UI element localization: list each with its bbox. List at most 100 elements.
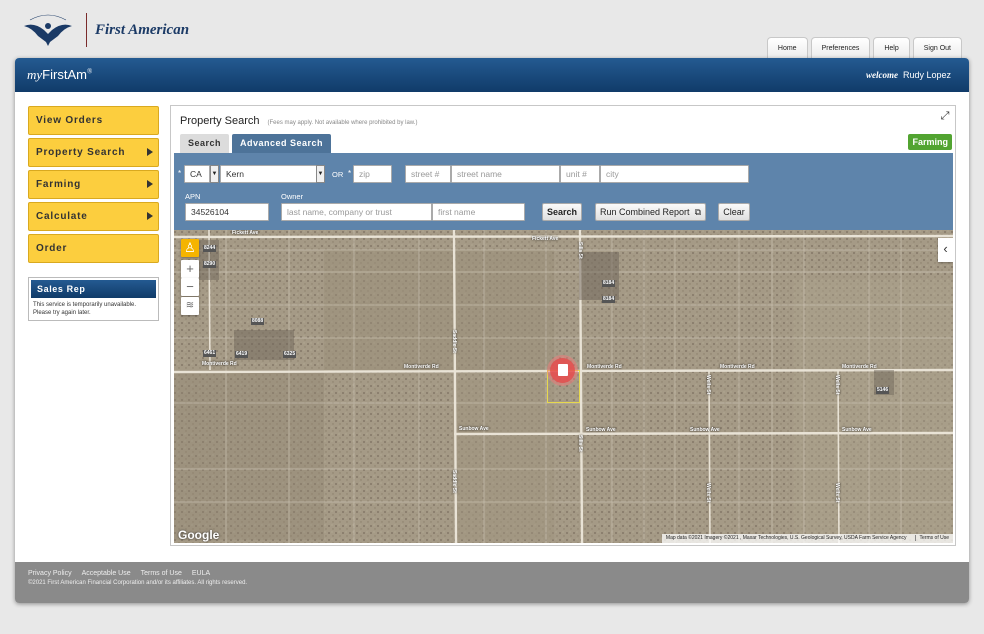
expand-icon[interactable]: ⤢ bbox=[939, 110, 951, 122]
top-nav-home[interactable]: Home bbox=[766, 37, 808, 59]
top-nav-help[interactable]: Help bbox=[873, 37, 910, 59]
parcel-label: 8184 bbox=[602, 280, 616, 287]
road-label: Sunbow Ave bbox=[459, 426, 489, 432]
road-label: Montiverde Rd bbox=[587, 364, 622, 370]
search-form: * ▼ ▼ OR * APN Owner Search Run Combined… bbox=[174, 153, 953, 230]
required-mark: * bbox=[178, 169, 182, 178]
myfirstam-logo[interactable]: myFirstAm® bbox=[27, 67, 92, 83]
road-label: Sunbow Ave bbox=[690, 427, 720, 433]
sidebar-item-view-orders[interactable]: View Orders bbox=[28, 106, 159, 135]
road-label: Wells St bbox=[834, 375, 840, 395]
parcel-label: 5146 bbox=[876, 387, 890, 394]
caret-right-icon bbox=[147, 212, 153, 220]
map-terms-link[interactable]: Terms of Use bbox=[914, 535, 949, 541]
sidebar-item-property-search[interactable]: Property Search bbox=[28, 138, 159, 167]
county-select[interactable] bbox=[220, 165, 317, 183]
city-input[interactable] bbox=[600, 165, 749, 183]
road-label: Wells St bbox=[705, 483, 711, 503]
caret-right-icon bbox=[147, 148, 153, 156]
combined-report-label: Run Combined Report bbox=[600, 207, 690, 217]
parcel-label: 8088 bbox=[251, 318, 265, 325]
apn-input[interactable] bbox=[185, 203, 269, 221]
brand-name: First American bbox=[95, 21, 190, 38]
google-logo: Google bbox=[178, 528, 220, 542]
footer-terms-of-use[interactable]: Terms of Use bbox=[141, 570, 182, 577]
zip-input[interactable] bbox=[353, 165, 392, 183]
top-nav: Home Preferences Help Sign Out bbox=[766, 37, 962, 59]
state-dropdown-arrow-icon[interactable]: ▼ bbox=[210, 165, 219, 183]
brand-divider bbox=[86, 13, 87, 47]
road-label: Montiverde Rd bbox=[202, 361, 237, 367]
owner-first-name-input[interactable] bbox=[432, 203, 525, 221]
top-nav-sign-out[interactable]: Sign Out bbox=[912, 37, 962, 59]
sidebar-item-calculate[interactable]: Calculate bbox=[28, 202, 159, 231]
user-name: Rudy Lopez bbox=[902, 70, 951, 80]
chevron-left-icon[interactable]: ‹ bbox=[938, 238, 953, 262]
parcel-label: 6419 bbox=[235, 351, 249, 358]
sidebar-item-farming[interactable]: Farming bbox=[28, 170, 159, 199]
app-header: myFirstAm® welcome Rudy Lopez bbox=[15, 58, 969, 92]
main-card: myFirstAm® welcome Rudy Lopez View Orders… bbox=[15, 58, 969, 603]
satellite-map[interactable]: Fickett Ave Fickett Ave Montiverde Rd Mo… bbox=[174, 230, 953, 543]
logo-prefix: my bbox=[27, 67, 43, 82]
road-label: Sills St bbox=[577, 242, 583, 259]
sidebar-item-label: Calculate bbox=[36, 211, 88, 222]
sidebar-item-label: View Orders bbox=[36, 115, 103, 126]
road-label: Montiverde Rd bbox=[842, 364, 877, 370]
brand-logo[interactable]: First American bbox=[20, 10, 189, 50]
sidebar: View Orders Property Search Farming Calc… bbox=[28, 106, 159, 321]
minus-icon[interactable]: − bbox=[181, 278, 199, 296]
fees-note: (Fees may apply. Not available where pro… bbox=[267, 120, 418, 126]
parcel-label: 6461 bbox=[203, 350, 217, 357]
road-label: Wells St bbox=[834, 483, 840, 503]
road-label: Saddle St bbox=[451, 330, 457, 353]
top-nav-preferences[interactable]: Preferences bbox=[810, 37, 871, 59]
run-combined-report-button[interactable]: Run Combined Report ⧉ bbox=[595, 203, 706, 221]
road-label: Montiverde Rd bbox=[404, 364, 439, 370]
footer-privacy-policy[interactable]: Privacy Policy bbox=[28, 570, 72, 577]
state-select[interactable] bbox=[184, 165, 210, 183]
owner-label: Owner bbox=[281, 192, 304, 201]
road-label: Montiverde Rd bbox=[720, 364, 755, 370]
tab-advanced-search[interactable]: Advanced Search bbox=[232, 134, 332, 153]
parcel-label: 8244 bbox=[203, 245, 217, 252]
logo-mark: ® bbox=[86, 67, 93, 76]
layers-icon[interactable]: ≋ bbox=[181, 297, 199, 315]
property-marker-icon[interactable] bbox=[550, 358, 575, 383]
sidebar-item-label: Property Search bbox=[36, 147, 126, 158]
clear-button[interactable]: Clear bbox=[718, 203, 750, 221]
sidebar-item-label: Farming bbox=[36, 179, 82, 190]
footer-acceptable-use[interactable]: Acceptable Use bbox=[82, 570, 131, 577]
map-attribution: Map data ©2021 Imagery ©2021 , Maxar Tec… bbox=[661, 534, 953, 543]
panel-title-row: Property Search (Fees may apply. Not ava… bbox=[180, 115, 417, 127]
tab-search[interactable]: Search bbox=[180, 134, 230, 153]
road-label: Sills St bbox=[577, 435, 583, 452]
sales-rep-box: Sales Rep This service is temporarily un… bbox=[28, 277, 159, 321]
property-search-panel: Property Search (Fees may apply. Not ava… bbox=[170, 105, 956, 546]
unit-input[interactable] bbox=[560, 165, 600, 183]
welcome-text: welcome Rudy Lopez bbox=[866, 70, 951, 80]
logo-main: FirstAm bbox=[42, 67, 87, 82]
plus-icon[interactable]: + bbox=[181, 260, 199, 278]
attribution-text: Map data ©2021 Imagery ©2021 , Maxar Tec… bbox=[665, 535, 907, 541]
footer-copyright: ©2021 First American Financial Corporati… bbox=[28, 580, 248, 586]
owner-last-name-input[interactable] bbox=[281, 203, 432, 221]
street-name-input[interactable] bbox=[451, 165, 560, 183]
apn-label: APN bbox=[185, 192, 201, 201]
copy-icon: ⧉ bbox=[694, 207, 701, 217]
panel-title: Property Search bbox=[180, 115, 260, 127]
welcome-label: welcome bbox=[865, 70, 898, 80]
county-dropdown-arrow-icon[interactable]: ▼ bbox=[316, 165, 325, 183]
farming-badge[interactable]: Farming bbox=[908, 134, 952, 150]
parcel-label: 8290 bbox=[203, 261, 217, 268]
sidebar-item-order[interactable]: Order bbox=[28, 234, 159, 263]
required-mark: * bbox=[348, 169, 352, 178]
parcel-label: 6325 bbox=[283, 351, 297, 358]
sales-rep-title: Sales Rep bbox=[31, 280, 156, 298]
road-label: Wells St bbox=[705, 375, 711, 395]
search-button[interactable]: Search bbox=[542, 203, 582, 221]
footer-eula[interactable]: EULA bbox=[192, 570, 210, 577]
footer: Privacy Policy Acceptable Use Terms of U… bbox=[15, 562, 969, 603]
person-icon[interactable]: ♙ bbox=[181, 239, 199, 257]
street-number-input[interactable] bbox=[405, 165, 451, 183]
